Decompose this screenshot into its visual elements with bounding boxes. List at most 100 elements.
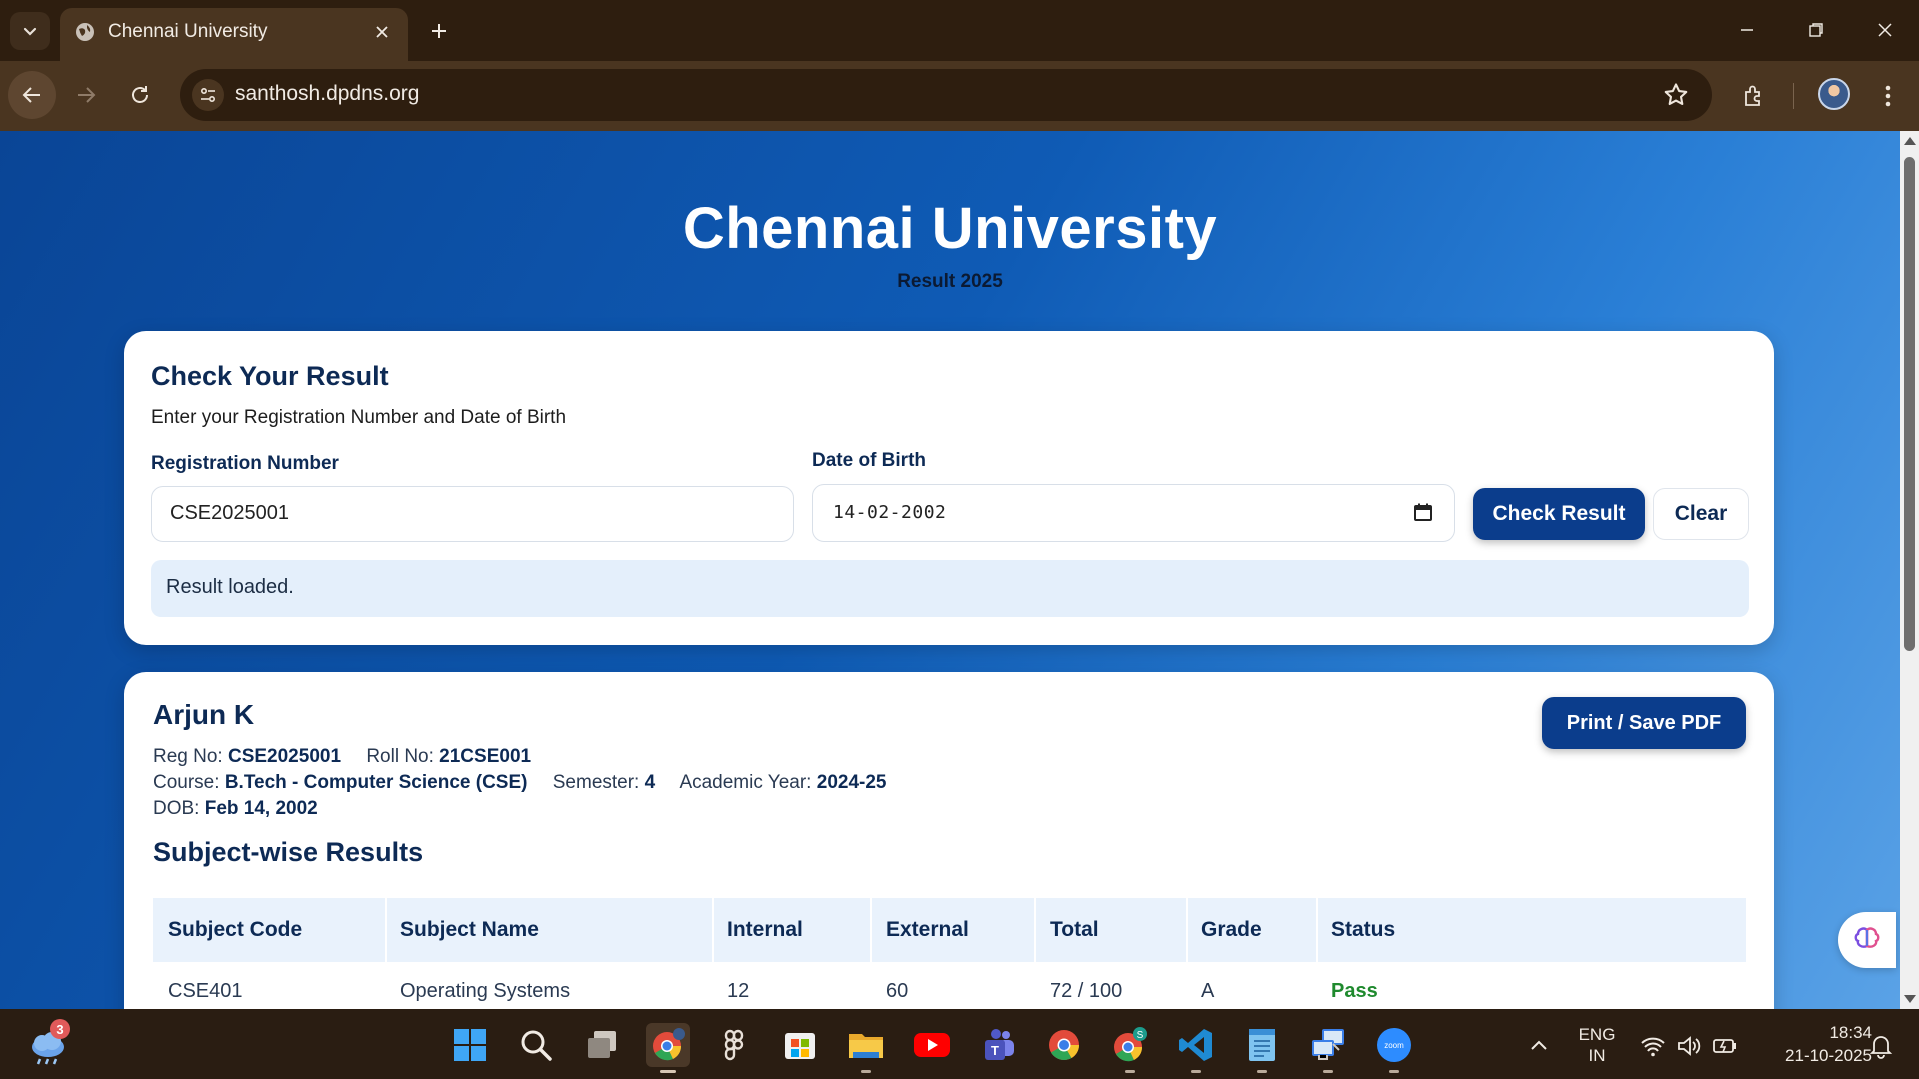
microsoft-store-icon[interactable] — [778, 1023, 822, 1067]
minimize-icon — [1741, 29, 1753, 31]
registration-label: Registration Number — [151, 453, 339, 474]
more-menu-icon[interactable] — [1871, 79, 1905, 113]
column-divider — [712, 898, 714, 962]
search-icon[interactable] — [514, 1023, 558, 1067]
cell-total: 72 / 100 — [1050, 980, 1123, 1002]
check-result-button[interactable]: Check Result — [1473, 488, 1645, 540]
file-explorer-icon[interactable] — [844, 1023, 888, 1073]
extensions-icon[interactable] — [1737, 79, 1771, 113]
notification-icon[interactable] — [1868, 1033, 1894, 1059]
scrollbar-thumb[interactable] — [1904, 157, 1915, 651]
scroll-up-arrow-icon[interactable] — [1904, 137, 1916, 145]
page-scrollbar[interactable] — [1900, 131, 1919, 1009]
tab-close-icon[interactable] — [368, 18, 396, 46]
windows-taskbar — [0, 1009, 1919, 1079]
ai-assistant-button[interactable] — [1838, 912, 1896, 968]
arrow-right-icon — [78, 87, 96, 103]
battery-icon[interactable] — [1712, 1033, 1738, 1059]
chrome-profile-icon[interactable] — [646, 1023, 690, 1073]
status-message: Result loaded. — [151, 560, 1749, 617]
svg-text:zoom: zoom — [1384, 1041, 1404, 1050]
semester-label: Semester: — [552, 772, 640, 793]
student-name: Arjun K — [153, 699, 255, 730]
volume-icon[interactable] — [1676, 1033, 1702, 1059]
back-button[interactable] — [8, 71, 56, 119]
reload-button[interactable] — [116, 71, 164, 119]
header-external: External — [886, 918, 969, 941]
table-header: Subject Code Subject Name Internal Exter… — [153, 898, 1746, 962]
arrow-left-icon — [22, 87, 40, 103]
student-meta-line-3: DOB: Feb 14, 2002 — [153, 798, 318, 820]
language-code: ENG — [1578, 1025, 1616, 1044]
vscode-icon[interactable] — [1174, 1023, 1218, 1073]
weather-widget[interactable]: 3 — [26, 1019, 70, 1067]
dob-meta-label: DOB: — [153, 798, 200, 819]
reg-no-value: CSE2025001 — [227, 746, 342, 767]
remote-desktop-icon[interactable] — [1306, 1023, 1350, 1073]
show-hidden-icons-icon[interactable] — [1526, 1033, 1552, 1059]
browser-tab[interactable]: Chennai University — [60, 8, 408, 61]
task-view-icon[interactable] — [580, 1023, 624, 1067]
open-indicator — [1257, 1070, 1267, 1073]
close-window-button[interactable] — [1860, 10, 1910, 50]
clear-button[interactable]: Clear — [1653, 488, 1749, 540]
wifi-icon[interactable] — [1640, 1033, 1666, 1059]
cell-subject-name: Operating Systems — [400, 980, 571, 1002]
student-meta-line-2: Course: B.Tech - Computer Science (CSE) … — [153, 772, 886, 794]
restore-button[interactable] — [1791, 10, 1841, 50]
header-subject-name: Subject Name — [400, 918, 539, 941]
language-region: IN — [1588, 1046, 1606, 1065]
zoom-icon[interactable]: zoom — [1372, 1023, 1416, 1073]
notepad-icon[interactable] — [1240, 1023, 1284, 1073]
brain-icon — [1854, 927, 1880, 948]
roll-no-value: 21CSE001 — [439, 746, 532, 767]
academic-year-value: 2024-25 — [816, 772, 887, 793]
header-grade: Grade — [1201, 918, 1262, 941]
chrome-icon[interactable] — [1042, 1023, 1086, 1067]
course-label: Course: — [153, 772, 220, 793]
scroll-down-arrow-icon[interactable] — [1904, 995, 1916, 1003]
weather-badge: 3 — [50, 1019, 70, 1039]
dob-meta-value: Feb 14, 2002 — [204, 798, 318, 819]
header-internal: Internal — [727, 918, 803, 941]
youtube-icon[interactable] — [910, 1023, 954, 1067]
tune-icon — [200, 87, 216, 103]
bookmark-star-icon[interactable] — [1662, 81, 1690, 109]
course-value: B.Tech - Computer Science (CSE) — [224, 772, 528, 793]
reg-no-label: Reg No: — [153, 746, 223, 767]
start-icon[interactable] — [448, 1023, 492, 1067]
date-of-birth-input[interactable]: 14-02-2002 — [812, 484, 1455, 542]
language-indicator[interactable]: ENG IN — [1572, 1024, 1622, 1066]
open-indicator — [1191, 1070, 1201, 1073]
tab-search-button[interactable] — [10, 12, 50, 50]
new-tab-button[interactable] — [422, 14, 456, 48]
tab-strip: Chennai University — [0, 0, 1919, 61]
tab-title: Chennai University — [108, 21, 268, 42]
open-indicator — [1389, 1070, 1399, 1073]
header-subject-code: Subject Code — [168, 918, 303, 941]
academic-year-label: Academic Year: — [679, 772, 812, 793]
check-result-card: Check Your Result Enter your Registratio… — [124, 331, 1774, 645]
clock[interactable]: 18:34 21-10-2025 — [1752, 1021, 1872, 1067]
page-subtitle: Result 2025 — [897, 271, 1003, 292]
print-save-pdf-button[interactable]: Print / Save PDF — [1542, 697, 1746, 749]
column-divider — [870, 898, 872, 962]
page-title: Chennai University — [682, 196, 1218, 261]
roll-no-label: Roll No: — [366, 746, 434, 767]
cell-grade: A — [1201, 980, 1215, 1002]
minimize-button[interactable] — [1722, 10, 1772, 50]
cell-status: Pass — [1331, 980, 1378, 1002]
column-divider — [1034, 898, 1036, 962]
column-divider — [385, 898, 387, 962]
profile-avatar[interactable] — [1818, 78, 1850, 110]
teams-icon[interactable]: T — [976, 1023, 1020, 1067]
site-info-button[interactable] — [192, 79, 224, 111]
figma-icon[interactable] — [712, 1023, 756, 1067]
cell-internal: 12 — [727, 980, 750, 1002]
registration-number-input[interactable]: CSE2025001 — [151, 486, 794, 542]
address-bar[interactable]: santhosh.dpdns.org — [180, 69, 1712, 121]
calendar-icon[interactable] — [1413, 502, 1433, 522]
chrome-profile-s-icon[interactable]: S — [1108, 1023, 1152, 1073]
url-text[interactable]: santhosh.dpdns.org — [235, 82, 419, 106]
forward-button[interactable] — [62, 71, 110, 119]
